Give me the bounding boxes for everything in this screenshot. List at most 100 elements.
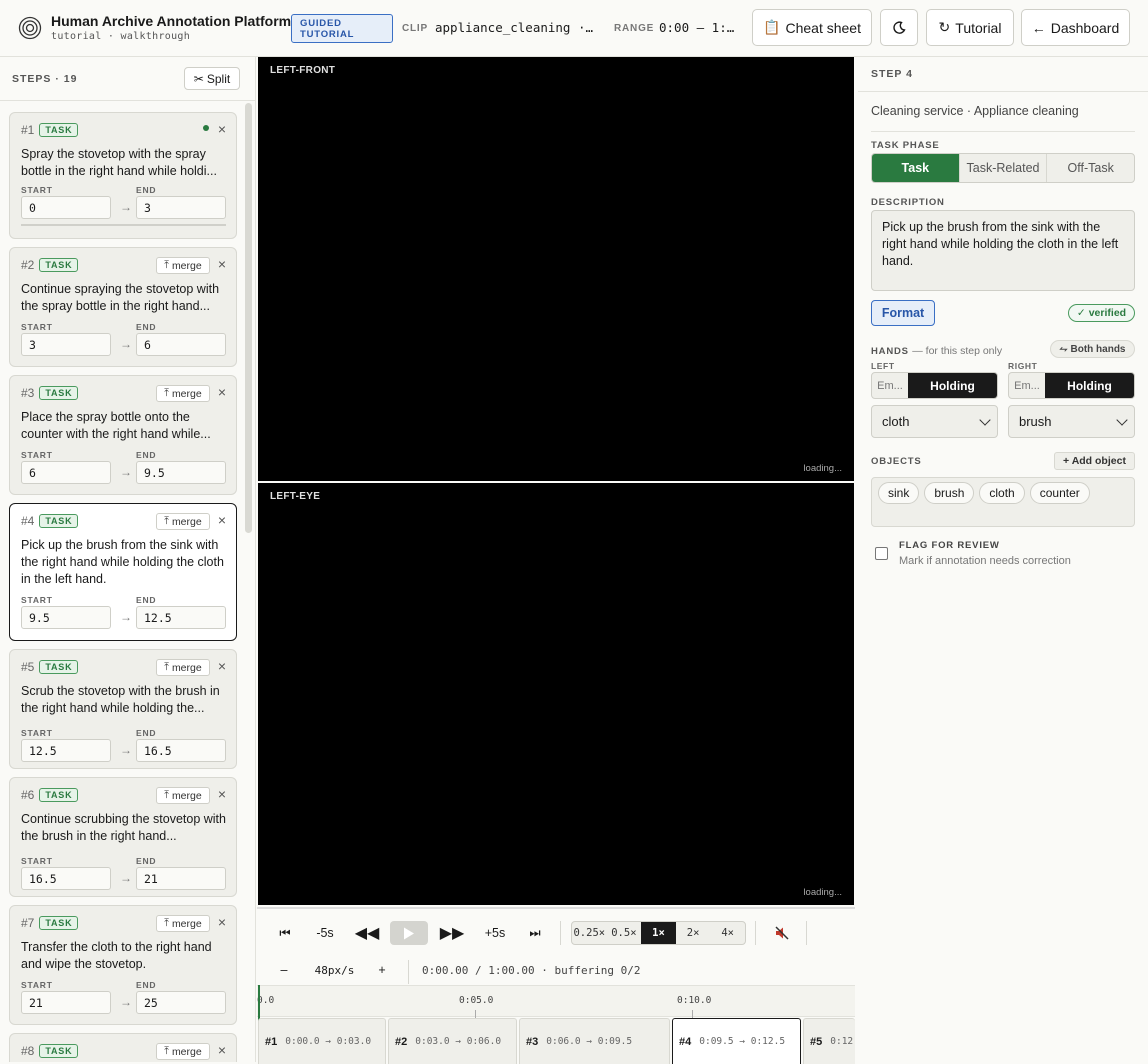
delete-step-icon[interactable]: × [218, 512, 226, 528]
merge-button[interactable]: ⤒ merge [156, 513, 210, 530]
flag-checkbox[interactable] [875, 547, 888, 560]
steps-scrollbar[interactable] [245, 103, 252, 533]
divider [755, 921, 756, 945]
step-description: Continue spraying the stovetop with the … [21, 282, 220, 313]
play-button[interactable] [390, 921, 428, 945]
video-left-front[interactable]: LEFT-FRONT loading... [258, 57, 854, 481]
step-card-4[interactable]: #4 TASK ⤒ merge × Pick up the brush from … [9, 503, 237, 641]
video-left-eye[interactable]: LEFT-EYE loading... [258, 483, 854, 905]
merge-button[interactable]: ⤒ merge [156, 257, 210, 274]
start-input[interactable]: 12.5 [21, 739, 111, 762]
split-button[interactable]: ✂ Split [184, 67, 240, 90]
object-chip[interactable]: counter [1029, 482, 1090, 504]
delete-step-icon[interactable]: × [218, 384, 226, 400]
end-input[interactable]: 16.5 [136, 739, 226, 762]
dashboard-button[interactable]: ← Dashboard [1021, 9, 1130, 46]
step-card-8[interactable]: #8 TASK ⤒ merge × [9, 1033, 237, 1062]
object-chip[interactable]: brush [924, 482, 975, 504]
merge-button[interactable]: ⤒ merge [156, 787, 210, 804]
left-empty-option[interactable]: Em... [872, 373, 908, 398]
delete-step-icon[interactable]: × [218, 256, 226, 272]
merge-button[interactable]: ⤒ merge [156, 659, 210, 676]
timeline-ruler[interactable]: 0.0 0:05.0 0:10.0 [257, 985, 855, 1018]
zoom-out-button[interactable]: – [277, 958, 291, 982]
range-value: 0:00 – 1:… [659, 20, 735, 35]
step-card-7[interactable]: #7 TASK ⤒ merge × Transfer the cloth to t… [9, 905, 237, 1025]
step-card-5[interactable]: #5 TASK ⤒ merge × Scrub the stovetop with… [9, 649, 237, 769]
step-number: #5 [21, 660, 35, 674]
merge-button[interactable]: ⤒ merge [156, 385, 210, 402]
phase-task-related[interactable]: Task-Related [960, 154, 1048, 182]
verified-badge: ✓ verified [1068, 304, 1135, 322]
cheat-sheet-button[interactable]: 📋 Cheat sheet [752, 9, 872, 46]
speed-option-active[interactable]: 1× [641, 922, 676, 944]
start-input[interactable]: 3 [21, 333, 111, 356]
delete-step-icon[interactable]: × [218, 914, 226, 930]
left-object-value: cloth [882, 414, 910, 429]
step-card-1[interactable]: #1 TASK × Spray the stovetop with the sp… [9, 112, 237, 239]
speed-option[interactable]: 0.25× [572, 922, 607, 944]
step-number: #1 [21, 123, 35, 137]
delete-step-icon[interactable]: × [218, 658, 226, 674]
step-card-3[interactable]: #3 TASK ⤒ merge × Place the spray bottle … [9, 375, 237, 495]
timeline-segment[interactable]: #5 0:12 [803, 1018, 855, 1064]
add-object-button[interactable]: + Add object [1054, 452, 1135, 470]
end-input[interactable]: 21 [136, 867, 226, 890]
skip-start-button[interactable]: ⏮ [275, 921, 295, 945]
tutorial-button[interactable]: ↻ Tutorial [926, 9, 1014, 46]
description-textarea[interactable]: Pick up the brush from the sink with the… [871, 210, 1135, 291]
left-object-select[interactable]: cloth [871, 405, 998, 438]
right-holding-option[interactable]: Holding [1045, 373, 1134, 398]
timeline-segment[interactable]: #3 0:06.0 → 0:09.5 [519, 1018, 670, 1064]
right-object-select[interactable]: brush [1008, 405, 1135, 438]
zoom-in-button[interactable]: + [375, 958, 389, 982]
back-5s-button[interactable]: -5s [310, 921, 340, 945]
right-empty-option[interactable]: Em... [1009, 373, 1045, 398]
theme-toggle-button[interactable] [880, 9, 918, 46]
play-icon [404, 927, 414, 939]
delete-step-icon[interactable]: × [218, 1042, 226, 1058]
merge-button[interactable]: ⤒ merge [156, 1043, 210, 1060]
mute-button[interactable] [771, 921, 793, 945]
object-chip[interactable]: cloth [979, 482, 1025, 504]
end-label: END [136, 322, 157, 332]
delete-step-icon[interactable]: × [218, 121, 226, 137]
arrow-right-icon: → [120, 337, 132, 351]
end-input[interactable]: 25 [136, 991, 226, 1014]
merge-up-icon: ⤒ [164, 259, 169, 271]
delete-step-icon[interactable]: × [218, 786, 226, 802]
step-card-6[interactable]: #6 TASK ⤒ merge × Continue scrubbing the … [9, 777, 237, 897]
end-input[interactable]: 9.5 [136, 461, 226, 484]
end-input[interactable]: 12.5 [136, 606, 226, 629]
start-input[interactable]: 21 [21, 991, 111, 1014]
task-badge: TASK [39, 514, 79, 528]
speed-option[interactable]: 0.5× [607, 922, 642, 944]
timeline-segment[interactable]: #2 0:03.0 → 0:06.0 [388, 1018, 517, 1064]
merge-button[interactable]: ⤒ merge [156, 915, 210, 932]
both-hands-button[interactable]: ⥊ Both hands [1050, 340, 1135, 358]
merge-up-icon: ⤒ [164, 661, 169, 673]
speed-option[interactable]: 2× [676, 922, 711, 944]
object-chip[interactable]: sink [878, 482, 920, 504]
end-input[interactable]: 3 [136, 196, 226, 219]
forward-5s-button[interactable]: +5s [480, 921, 510, 945]
arrow-right-icon: → [120, 995, 132, 1009]
start-input[interactable]: 0 [21, 196, 111, 219]
end-input[interactable]: 6 [136, 333, 226, 356]
timeline-segment[interactable]: #1 0:00.0 → 0:03.0 [258, 1018, 386, 1064]
phase-task[interactable]: Task [872, 154, 960, 182]
speed-option[interactable]: 4× [710, 922, 745, 944]
fast-forward-button[interactable]: ▶▶ [439, 921, 465, 945]
start-label: START [21, 595, 53, 605]
start-input[interactable]: 16.5 [21, 867, 111, 890]
timeline-segment-active[interactable]: #4 0:09.5 → 0:12.5 [672, 1018, 801, 1064]
rewind-button[interactable]: ◀◀ [354, 921, 380, 945]
format-button[interactable]: Format [871, 300, 935, 326]
phase-off-task[interactable]: Off-Task [1047, 154, 1134, 182]
merge-label: merge [171, 259, 202, 272]
skip-end-button[interactable]: ⏭ [525, 921, 545, 945]
left-holding-option[interactable]: Holding [908, 373, 997, 398]
start-input[interactable]: 6 [21, 461, 111, 484]
step-card-2[interactable]: #2 TASK ⤒ merge × Continue spraying the s… [9, 247, 237, 367]
start-input[interactable]: 9.5 [21, 606, 111, 629]
